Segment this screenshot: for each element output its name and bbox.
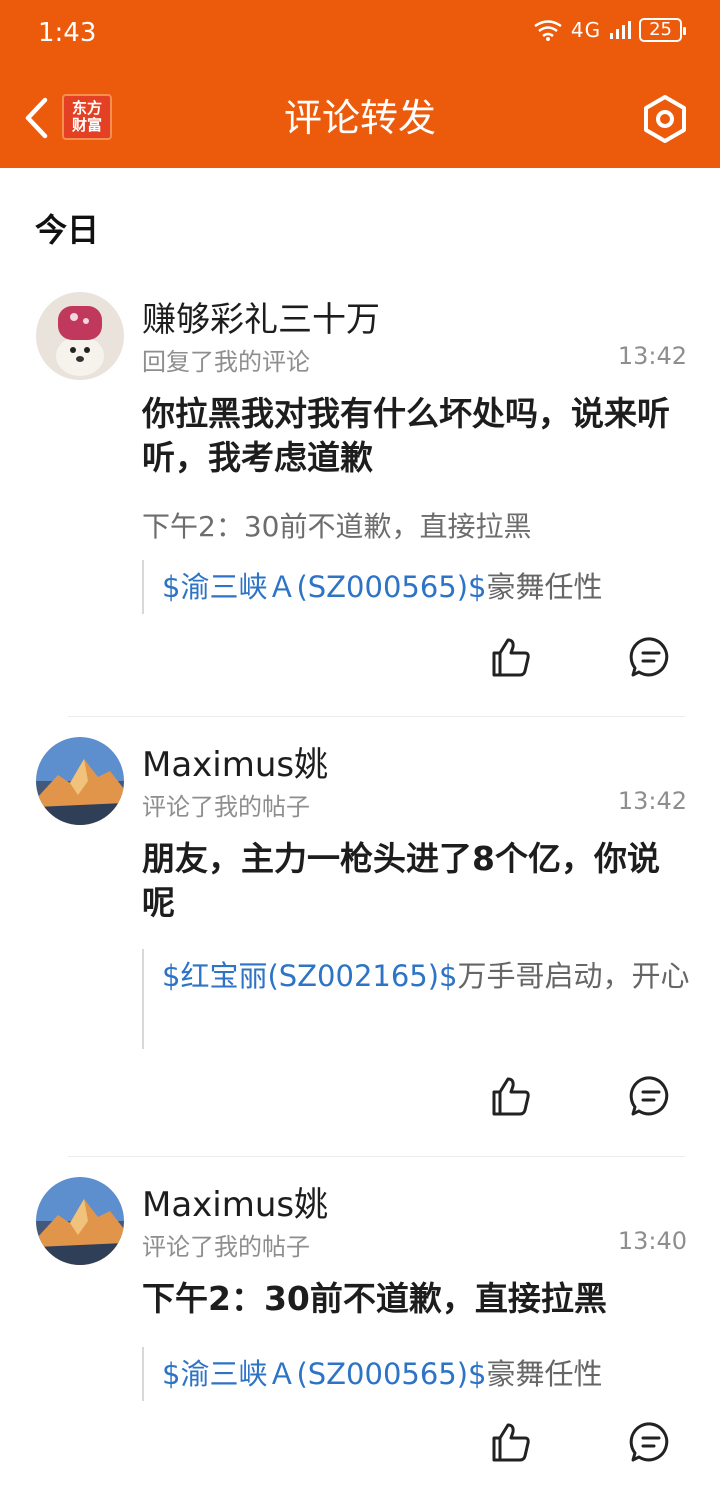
divider <box>68 716 685 717</box>
status-icons: 4G 25 <box>533 18 686 42</box>
gear-icon <box>644 95 686 143</box>
thumbs-up-icon <box>492 638 530 677</box>
app-header: 1:43 4G 25 东方 财富 评论转发 <box>0 0 720 168</box>
comment-button[interactable] <box>628 1073 674 1119</box>
comment-icon <box>629 637 669 677</box>
status-time: 1:43 <box>38 18 97 48</box>
user-name[interactable]: Maximus姚 <box>142 737 328 786</box>
timestamp: 13:40 <box>617 1227 687 1255</box>
meta-line: 评论了我的帖子 13:42 <box>142 787 687 822</box>
timestamp: 13:42 <box>617 342 687 370</box>
quote-text: 豪舞任性 <box>486 1357 603 1391</box>
signal-icon <box>610 21 632 39</box>
comment-text: 朋友，主力一枪头进了8个亿，你说呢 <box>142 839 660 922</box>
section-title: 今日 <box>35 211 100 249</box>
timestamp: 13:42 <box>617 787 687 815</box>
action-text: 评论了我的帖子 <box>142 793 310 821</box>
comment-icon <box>629 1422 669 1462</box>
meta-line: 评论了我的帖子 13:40 <box>142 1227 687 1262</box>
avatar[interactable] <box>36 292 124 380</box>
quoted-post[interactable]: $红宝丽(SZ002165)$万手哥启动，开心 <box>142 949 692 1049</box>
comment-button[interactable] <box>628 634 674 680</box>
user-name[interactable]: Maximus姚 <box>142 1177 328 1226</box>
avatar[interactable] <box>36 1177 124 1265</box>
stock-link[interactable]: $渝三峡Ａ(SZ000565)$ <box>162 1357 487 1391</box>
like-button[interactable] <box>488 1419 534 1465</box>
divider <box>68 1156 685 1157</box>
network-type: 4G <box>570 18 602 42</box>
settings-button[interactable] <box>638 92 692 146</box>
quote-text: 豪舞任性 <box>486 570 603 604</box>
quote-text: 万手哥启动，开心 <box>457 959 690 993</box>
comment-text: 下午2：30前不道歉，直接拉黑 <box>142 1279 607 1318</box>
wifi-icon <box>534 20 562 41</box>
comment-button[interactable] <box>628 1419 674 1465</box>
comment-text: 你拉黑我对我有什么坏处吗，说来听听，我考虑道歉 <box>142 394 670 477</box>
comment-card[interactable]: Maximus姚 评论了我的帖子 13:42 朋友，主力一枪头进了8个亿，你说呢… <box>0 737 720 1137</box>
battery-indicator: 25 <box>639 18 686 42</box>
reply-text: 下午2：30前不道歉，直接拉黑 <box>142 510 532 543</box>
comment-card[interactable]: Maximus姚 评论了我的帖子 13:40 下午2：30前不道歉，直接拉黑 $… <box>0 1177 720 1487</box>
stock-link[interactable]: $渝三峡Ａ(SZ000565)$ <box>162 570 487 604</box>
user-name[interactable]: 赚够彩礼三十万 <box>142 292 380 341</box>
action-text: 回复了我的评论 <box>142 348 310 376</box>
comment-card[interactable]: 赚够彩礼三十万 回复了我的评论 13:42 你拉黑我对我有什么坏处吗，说来听听，… <box>0 292 720 692</box>
comment-icon <box>629 1076 669 1116</box>
like-button[interactable] <box>488 1073 534 1119</box>
action-text: 评论了我的帖子 <box>142 1233 310 1261</box>
thumbs-up-icon <box>492 1423 530 1462</box>
quoted-post[interactable]: $渝三峡Ａ(SZ000565)$豪舞任性 <box>142 560 692 614</box>
page-title: 评论转发 <box>283 96 436 140</box>
meta-line: 回复了我的评论 13:42 <box>142 342 687 377</box>
stock-link[interactable]: $红宝丽(SZ002165)$ <box>162 959 458 993</box>
like-button[interactable] <box>488 634 534 680</box>
avatar[interactable] <box>36 737 124 825</box>
thumbs-up-icon <box>492 1077 530 1116</box>
quoted-post[interactable]: $渝三峡Ａ(SZ000565)$豪舞任性 <box>142 1347 692 1401</box>
